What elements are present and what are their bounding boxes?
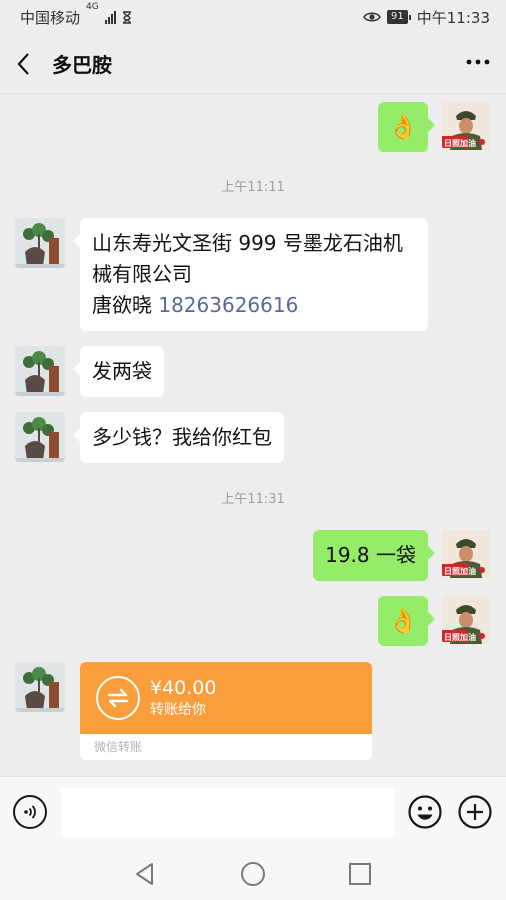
status-left: 中国移动 4G — [20, 2, 132, 28]
phone-number-link[interactable]: 18263626616 — [158, 293, 298, 317]
address-line-2: 械有限公司 — [92, 262, 192, 286]
message-text[interactable]: 发两袋 — [73, 346, 164, 397]
battery-icon: 91 — [387, 10, 411, 24]
contact-avatar[interactable] — [15, 412, 65, 462]
system-home-button[interactable] — [239, 860, 267, 888]
home-circle-icon — [241, 862, 265, 886]
my-avatar[interactable]: 日照加油 — [442, 102, 490, 150]
message-address[interactable]: 山东寿光文圣街 999 号墨龙石油机 械有限公司 唐欲晓 18263626616 — [73, 218, 428, 331]
message-ok-emoji[interactable]: 👌 — [378, 102, 435, 152]
transfer-text: ¥40.00 转账给你 — [150, 676, 216, 720]
system-back-button[interactable] — [131, 860, 159, 888]
transfer-amount: ¥40.00 — [150, 677, 217, 699]
my-avatar[interactable]: 日照加油 — [442, 530, 490, 578]
avatar-image — [15, 662, 65, 712]
input-bar — [0, 776, 506, 848]
back-triangle-icon — [136, 863, 153, 885]
transfer-arrows-icon — [96, 676, 140, 720]
message-text-content: 19.8 一袋 — [325, 543, 416, 567]
status-right: 91 中午11:33 — [363, 7, 490, 28]
message-price[interactable]: 19.8 一袋 — [313, 530, 435, 581]
battery-level: 91 — [387, 10, 408, 24]
avatar-image: 日照加油 — [442, 102, 490, 150]
avatar-image: 日照加油 — [442, 530, 490, 578]
avatar-image — [15, 412, 65, 462]
more-functions-button[interactable] — [458, 795, 492, 829]
avatar-badge-text: 日照加油 — [444, 632, 476, 642]
address-line-1: 山东寿光文圣街 999 号墨龙石油机 — [92, 231, 403, 255]
message-text[interactable]: 多少钱？我给你红包 — [73, 412, 284, 463]
timestamp: 上午11:11 — [221, 180, 285, 195]
network-type: 4G — [86, 1, 99, 12]
contact-avatar[interactable] — [15, 662, 65, 712]
voice-button[interactable] — [13, 795, 47, 829]
more-icon — [466, 59, 490, 65]
transfer-footer: 微信转账 — [80, 734, 372, 760]
system-nav-bar — [0, 848, 506, 900]
status-bar: 中国移动 4G 91 中午11:33 — [0, 0, 506, 34]
ok-hand-emoji: 👌 — [388, 112, 418, 141]
avatar-image — [15, 218, 65, 268]
message-text-content: 多少钱？我给你红包 — [92, 425, 272, 449]
transfer-card-top: ¥40.00 转账给你 — [80, 662, 372, 734]
message-ok-emoji[interactable]: 👌 — [378, 596, 435, 646]
timestamp: 上午11:31 — [221, 492, 285, 507]
avatar-badge-text: 日照加油 — [444, 566, 476, 576]
chat-header: 多巴胺 — [0, 34, 506, 94]
chat-title: 多巴胺 — [52, 53, 112, 77]
eye-icon — [363, 12, 381, 22]
carrier-label: 中国移动 — [20, 8, 81, 27]
my-avatar[interactable]: 日照加油 — [442, 596, 490, 644]
system-recents-button[interactable] — [346, 860, 374, 888]
contact-name: 唐欲晓 — [92, 293, 159, 317]
emoji-icon — [408, 795, 442, 829]
message-text-content: 发两袋 — [92, 359, 152, 383]
contact-avatar[interactable] — [15, 346, 65, 396]
avatar-image: 日照加油 — [442, 596, 490, 644]
transfer-card[interactable]: ¥40.00 转账给你 微信转账 — [80, 662, 372, 760]
signal-icon — [104, 10, 116, 24]
avatar-badge-text: 日照加油 — [444, 138, 476, 148]
ok-hand-emoji: 👌 — [388, 606, 418, 635]
recents-square-icon — [349, 863, 371, 885]
status-time: 中午11:33 — [416, 8, 490, 27]
contact-avatar[interactable] — [15, 218, 65, 268]
hourglass-icon — [122, 10, 131, 24]
message-input[interactable] — [61, 788, 395, 838]
more-button[interactable] — [466, 54, 490, 73]
contact-line: 唐欲晓 18263626616 — [92, 290, 416, 321]
plus-icon — [458, 795, 492, 829]
voice-icon — [24, 805, 36, 819]
transfer-description: 转账给你 — [150, 702, 206, 718]
back-button[interactable] — [16, 49, 42, 79]
emoji-button[interactable] — [408, 795, 442, 829]
avatar-image — [15, 346, 65, 396]
chat-area[interactable]: 👌 日照加油 上午11:11 山东寿光文圣街 999 号墨龙石油机 械有限公司 — [0, 94, 506, 776]
back-arrow-icon — [17, 52, 29, 75]
